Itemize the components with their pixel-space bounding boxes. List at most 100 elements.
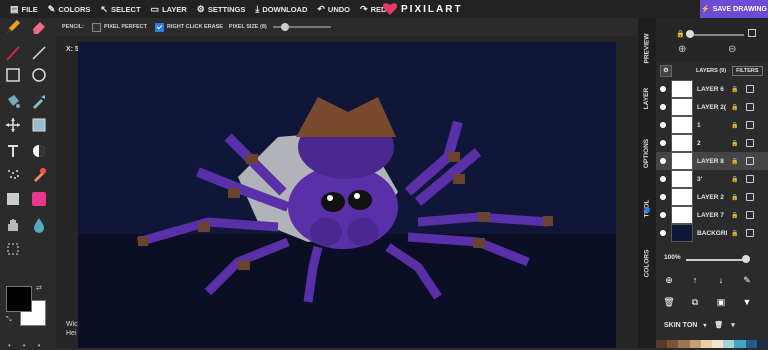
menu-settings[interactable]: ⚙ SETTINGS [197,4,246,15]
lock-layer-icon[interactable]: 🔒 [731,140,738,147]
drawing-canvas[interactable] [78,42,616,348]
layer-select-checkbox[interactable] [746,139,755,147]
selection-tool[interactable] [30,116,48,134]
save-drawing-button[interactable]: ⚡ SAVE DRAWING [700,0,768,18]
layer-opacity-knob[interactable] [742,255,750,263]
gradient-tool[interactable] [4,190,22,208]
visibility-icon[interactable] [660,122,666,128]
layer-select-checkbox[interactable] [746,193,755,201]
layer-select-checkbox[interactable] [746,229,755,237]
menu-file[interactable]: ▤ FILE [10,4,38,15]
visibility-icon[interactable] [660,230,666,236]
visibility-icon[interactable] [660,212,666,218]
palette-delete-icon[interactable]: 🗑 [714,321,723,329]
palette-selector[interactable]: SKIN TON ▾ 🗑 ▾ [656,318,768,332]
visibility-icon[interactable] [660,104,666,110]
visibility-icon[interactable] [660,158,666,164]
layer-item[interactable]: 2 🔒 [656,134,768,152]
rectangle-tool[interactable] [4,66,22,84]
menu-select[interactable]: ↖ SELECT [100,4,140,15]
layer-item[interactable]: 1 🔒 [656,116,768,134]
layer-item[interactable]: LAYER 7 🔒 [656,206,768,224]
swap-colors-icon[interactable]: ⇄ [36,284,42,292]
menu-colors[interactable]: ✎ COLORS [48,4,91,15]
palette-color[interactable] [712,340,724,348]
menu-undo[interactable]: ↶ UNDO [317,4,350,15]
visibility-icon[interactable] [660,140,666,146]
palette-color[interactable] [734,340,746,348]
chevron-down-icon[interactable]: ▾ [703,322,706,329]
eraser-tool[interactable] [30,18,48,36]
preview-zoom-slider[interactable] [688,34,744,36]
primary-color-swatch[interactable] [6,286,32,312]
stamp-tool[interactable] [30,166,48,184]
preview-zoom-knob[interactable] [686,30,694,38]
collapse-layer-icon[interactable]: ▼ [740,295,754,309]
menu-download[interactable]: ⤓ DOWNLOAD [255,4,307,15]
layer-select-checkbox[interactable] [746,175,755,183]
delete-layer-icon[interactable]: 🗑 [662,295,676,309]
layer-item[interactable]: BACKGRI 🔒 [656,224,768,242]
layer-select-checkbox[interactable] [746,121,755,129]
color-swatch-tool[interactable] [30,190,48,208]
dither-tool[interactable] [30,142,48,160]
pixel-size-slider[interactable] [272,23,331,31]
lock-layer-icon[interactable]: 🔒 [731,230,738,237]
line-brush-tool[interactable] [4,44,22,62]
pixel-size-slider-knob[interactable] [280,23,289,31]
zoom-in-icon[interactable]: ⊕ [678,44,686,55]
layer-item[interactable]: LAYER 6 🔒 [656,80,768,98]
palette-color[interactable] [678,340,690,348]
duplicate-layer-icon[interactable]: ⧉ [688,295,702,309]
tab-options[interactable]: OPTIONS [638,128,656,178]
crop-tool[interactable] [4,240,22,258]
move-tool[interactable] [4,116,22,134]
menu-layer[interactable]: ▭ LAYER [151,4,187,15]
tab-colors[interactable]: COLORS [638,238,656,288]
visibility-icon[interactable] [660,194,666,200]
zoom-out-icon[interactable]: ⊖ [728,44,736,55]
layer-settings-icon[interactable]: ⚙ [660,65,672,77]
lock-layer-icon[interactable]: 🔒 [731,158,738,165]
filters-button[interactable]: FILTERS [732,66,763,76]
layer-item[interactable]: LAYER 2 🔒 [656,188,768,206]
edit-layer-icon[interactable]: ✎ [740,273,754,287]
lock-icon[interactable]: 🔒 [676,30,685,38]
move-layer-down-icon[interactable]: ↓ [714,273,728,287]
lock-layer-icon[interactable]: 🔒 [731,212,738,219]
palette-color[interactable] [689,340,701,348]
palette-color[interactable] [745,340,757,348]
palette-color[interactable] [723,340,735,348]
palette-menu-icon[interactable]: ▾ [731,321,735,329]
pixel-perfect-checkbox[interactable] [92,22,101,32]
tab-preview[interactable]: PREVIEW [638,28,656,68]
palette-color[interactable] [756,340,768,348]
hand-tool[interactable] [4,216,22,234]
visibility-icon[interactable] [660,176,666,182]
lock-layer-icon[interactable]: 🔒 [731,104,738,111]
eyedropper-tool[interactable] [30,92,48,110]
visibility-icon[interactable] [660,86,666,92]
reset-colors-icon[interactable]: ⤡ [6,316,12,324]
layer-item[interactable]: LAYER 2( 🔒 [656,98,768,116]
fill-bucket-tool[interactable] [4,92,22,110]
pixilart-logo[interactable]: PIXILART [383,0,463,18]
layer-item-selected[interactable]: LAYER 8 🔒 [656,152,768,170]
palette-color[interactable] [700,340,713,348]
add-layer-icon[interactable]: ⊕ [662,273,676,287]
water-drop-tool[interactable] [30,216,48,234]
right-click-erase-checkbox[interactable] [155,22,164,32]
more-tools-dots[interactable]: ••• [8,341,52,350]
fit-icon[interactable] [748,29,756,37]
layer-item[interactable]: 3' 🔒 [656,170,768,188]
layer-select-checkbox[interactable] [746,85,755,93]
layer-select-checkbox[interactable] [746,211,755,219]
move-layer-up-icon[interactable]: ↑ [688,273,702,287]
layer-opacity-slider[interactable] [686,259,748,261]
line-tool[interactable] [30,44,48,62]
lock-layer-icon[interactable]: 🔒 [731,194,738,201]
ellipse-tool[interactable] [30,66,48,84]
layer-select-checkbox[interactable] [746,103,755,111]
lock-layer-icon[interactable]: 🔒 [731,86,738,93]
merge-layer-icon[interactable]: ▣ [714,295,728,309]
